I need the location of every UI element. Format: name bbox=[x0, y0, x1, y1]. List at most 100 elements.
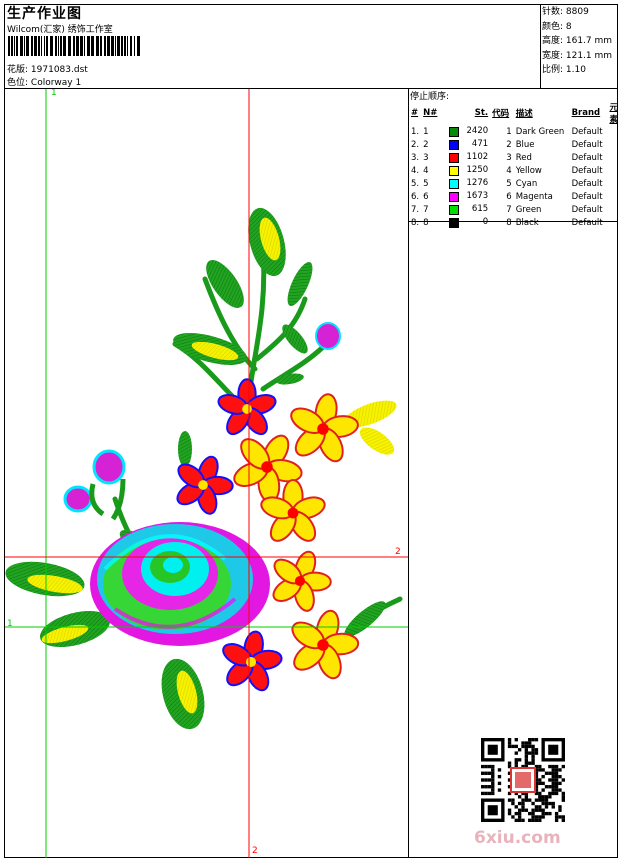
green-guide-label-top: 1 bbox=[51, 89, 57, 98]
row-needle: 1 bbox=[423, 126, 429, 137]
color-row: 7. 7 615 7 Green Default bbox=[409, 203, 620, 216]
row-description: Cyan bbox=[515, 178, 538, 189]
color-swatch bbox=[448, 140, 459, 150]
row-code: 6 bbox=[506, 191, 512, 202]
colorway-value: Colorway 1 bbox=[30, 78, 82, 88]
barcode bbox=[8, 36, 140, 56]
colorway-label: 色位: bbox=[7, 78, 29, 88]
color-row: 3. 3 1102 3 Red Default bbox=[409, 151, 620, 164]
row-element bbox=[607, 138, 620, 151]
row-brand: Default bbox=[571, 126, 603, 137]
col-description: 描述 bbox=[515, 109, 533, 119]
row-stitches: 0 bbox=[447, 216, 490, 229]
color-table-header: # N# St. 代码 描述 Brand 元素 bbox=[409, 101, 620, 125]
red-guide-label-bottom: 2 bbox=[252, 846, 258, 856]
row-brand: Default bbox=[571, 191, 603, 202]
row-needle: 5 bbox=[423, 178, 429, 189]
row-element bbox=[607, 190, 620, 203]
company-name: Wilcom(汇家) 绣饰工作室 bbox=[7, 25, 113, 35]
embroidery-preview bbox=[5, 89, 408, 858]
colorway-row: 色位: Colorway 1 bbox=[7, 75, 81, 88]
row-description: Magenta bbox=[515, 191, 553, 202]
col-brand: Brand bbox=[571, 108, 601, 118]
row-stitches: 1250 bbox=[447, 164, 490, 177]
row-description: Green bbox=[515, 204, 542, 215]
row-needle: 4 bbox=[423, 165, 429, 176]
color-row: 8. 8 0 8 Black Default bbox=[409, 216, 620, 229]
stitch-value: 615 bbox=[471, 204, 489, 214]
design-height: 高度: 161.7 mm bbox=[542, 36, 613, 47]
color-row: 6. 6 1673 6 Magenta Default bbox=[409, 190, 620, 203]
row-needle: 2 bbox=[423, 139, 429, 150]
row-description: Blue bbox=[515, 139, 535, 150]
row-needle: 8 bbox=[423, 217, 429, 228]
stitch-value: 2420 bbox=[466, 126, 489, 136]
color-swatch bbox=[448, 153, 459, 163]
row-code: 4 bbox=[506, 165, 512, 176]
row-stitches: 1673 bbox=[447, 190, 490, 203]
watermark-text: 6xiu.com bbox=[474, 828, 561, 848]
info-divider bbox=[4, 60, 540, 61]
color-table: # N# St. 代码 描述 Brand 元素 1. 1 2420 1 Dark Gre… bbox=[409, 101, 620, 229]
row-code: 2 bbox=[506, 139, 512, 150]
red-guide-label-right: 2 bbox=[395, 547, 401, 557]
color-swatch bbox=[448, 166, 459, 176]
color-row: 4. 4 1250 4 Yellow Default bbox=[409, 164, 620, 177]
col-code: 代码 bbox=[492, 109, 510, 119]
col-stitches: St. bbox=[474, 108, 489, 118]
green-guide-label-left: 1 bbox=[7, 619, 13, 629]
stitch-value: 1250 bbox=[466, 165, 489, 175]
row-index: 5. bbox=[411, 178, 420, 189]
stitch-value: 1276 bbox=[466, 178, 489, 188]
row-code: 5 bbox=[506, 178, 512, 189]
design-width: 宽度: 121.1 mm bbox=[542, 50, 613, 61]
design-file-row: 花版: 1971083.dst bbox=[7, 62, 88, 75]
row-needle: 7 bbox=[423, 204, 429, 215]
color-row: 2. 2 471 2 Blue Default bbox=[409, 138, 620, 151]
row-description: Red bbox=[515, 152, 532, 163]
color-swatch bbox=[448, 127, 459, 137]
row-code: 1 bbox=[506, 126, 512, 137]
page-title: 生产作业图 bbox=[7, 6, 82, 22]
row-brand: Default bbox=[571, 178, 603, 189]
row-stitches: 615 bbox=[447, 203, 490, 216]
row-index: 6. bbox=[411, 191, 420, 202]
color-swatch bbox=[448, 179, 459, 189]
row-element bbox=[607, 125, 620, 138]
stitch-count: 针数: 8809 bbox=[542, 7, 589, 17]
row-index: 3. bbox=[411, 152, 420, 163]
row-stitches: 2420 bbox=[447, 125, 490, 138]
row-index: 1. bbox=[411, 126, 420, 137]
row-description: Black bbox=[515, 217, 539, 228]
row-stitches: 471 bbox=[447, 138, 490, 151]
row-description: Dark Green bbox=[515, 126, 565, 137]
stitch-value: 1673 bbox=[466, 191, 489, 201]
row-index: 7. bbox=[411, 204, 420, 215]
row-needle: 6 bbox=[423, 191, 429, 202]
row-brand: Default bbox=[571, 204, 603, 215]
row-brand: Default bbox=[571, 217, 603, 228]
design-label: 花版: bbox=[7, 65, 29, 75]
row-code: 3 bbox=[506, 152, 512, 163]
row-element bbox=[607, 216, 620, 229]
color-row: 5. 5 1276 5 Cyan Default bbox=[409, 177, 620, 190]
color-swatch bbox=[448, 205, 459, 215]
color-row: 1. 1 2420 1 Dark Green Default bbox=[409, 125, 620, 138]
row-stitches: 1102 bbox=[447, 151, 490, 164]
design-file: 1971083.dst bbox=[30, 65, 88, 75]
row-description: Yellow bbox=[515, 165, 542, 176]
design-stats: 针数: 8809 颜色: 8 高度: 161.7 mm 宽度: 121.1 mm… bbox=[542, 5, 612, 78]
row-brand: Default bbox=[571, 165, 603, 176]
color-swatch bbox=[448, 192, 459, 202]
row-brand: Default bbox=[571, 139, 603, 150]
row-code: 7 bbox=[506, 204, 512, 215]
col-element: 元素 bbox=[609, 103, 618, 125]
row-needle: 3 bbox=[423, 152, 429, 163]
stitch-value: 1102 bbox=[466, 152, 489, 162]
row-index: 4. bbox=[411, 165, 420, 176]
color-count: 颜色: 8 bbox=[542, 21, 572, 32]
design-scale: 比例: 1.10 bbox=[542, 65, 586, 76]
design-preview: 1 1 2 2 bbox=[5, 89, 408, 858]
row-index: 2. bbox=[411, 139, 420, 150]
row-code: 8 bbox=[506, 217, 512, 228]
